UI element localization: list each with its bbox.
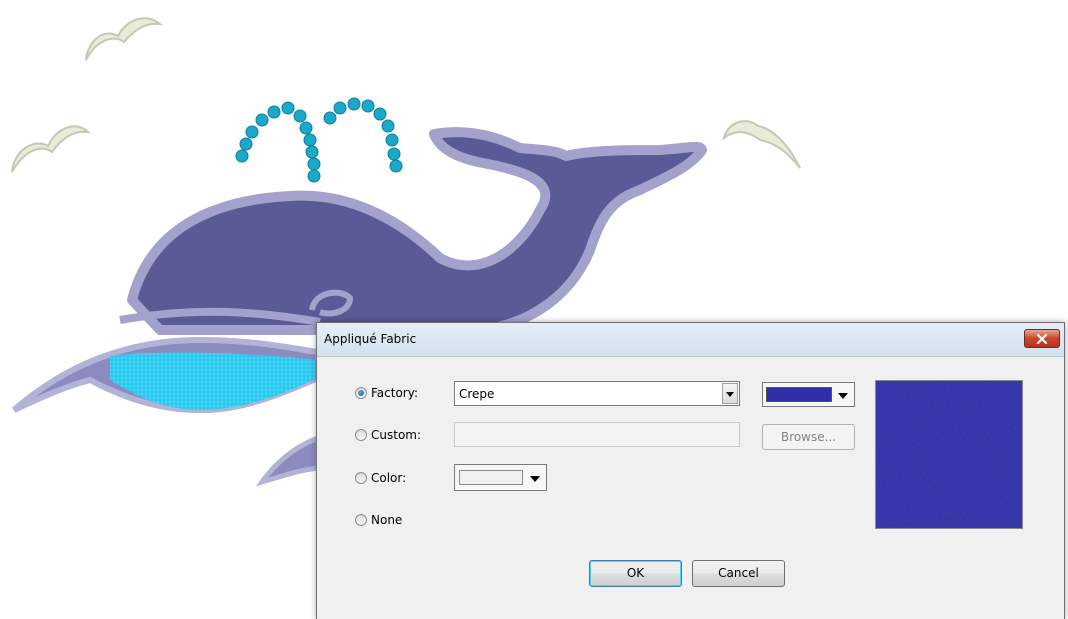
wave-shape (12, 336, 321, 487)
factory-radio-button[interactable] (355, 387, 367, 399)
ok-button[interactable]: OK (589, 560, 682, 587)
color-radio-button[interactable] (355, 472, 367, 484)
dialog-title: Appliqué Fabric (324, 332, 417, 346)
dialog-titlebar: Appliqué Fabric (317, 323, 1064, 357)
color-radio[interactable]: Color: (355, 471, 406, 485)
color-label: Color: (371, 471, 407, 485)
chevron-down-icon (838, 393, 848, 399)
water-spout (235, 97, 403, 183)
custom-fabric-field[interactable] (454, 422, 740, 447)
custom-radio-button[interactable] (355, 429, 367, 441)
color-swatch (459, 470, 523, 485)
color-picker[interactable] (454, 464, 547, 491)
factory-label: Factory: (371, 386, 419, 400)
factory-fabric-value: Crepe (459, 387, 495, 401)
browse-button[interactable]: Browse... (762, 424, 855, 450)
custom-radio[interactable]: Custom: (355, 428, 421, 442)
none-radio[interactable]: None (355, 513, 402, 527)
close-icon (1036, 333, 1048, 344)
applique-fabric-dialog: Appliqué Fabric Factory: Crepe Custom: B… (316, 322, 1065, 619)
close-button[interactable] (1024, 329, 1060, 348)
seagull-icon (11, 125, 91, 173)
factory-radio[interactable]: Factory: (355, 386, 418, 400)
custom-label: Custom: (371, 428, 422, 442)
factory-fabric-select[interactable]: Crepe (454, 381, 740, 406)
none-radio-button[interactable] (355, 514, 367, 526)
factory-color-swatch (766, 387, 832, 402)
seagull-icon (85, 17, 164, 61)
cancel-button[interactable]: Cancel (692, 560, 785, 587)
seagull-icon (722, 120, 801, 169)
none-label: None (371, 513, 403, 527)
whale-body (119, 127, 707, 335)
chevron-down-icon[interactable] (722, 383, 738, 404)
factory-color-picker[interactable] (762, 382, 855, 407)
chevron-down-icon (530, 476, 540, 482)
fabric-preview (875, 380, 1023, 529)
dialog-content: Factory: Crepe Custom: Browse... Color: (317, 357, 1064, 619)
